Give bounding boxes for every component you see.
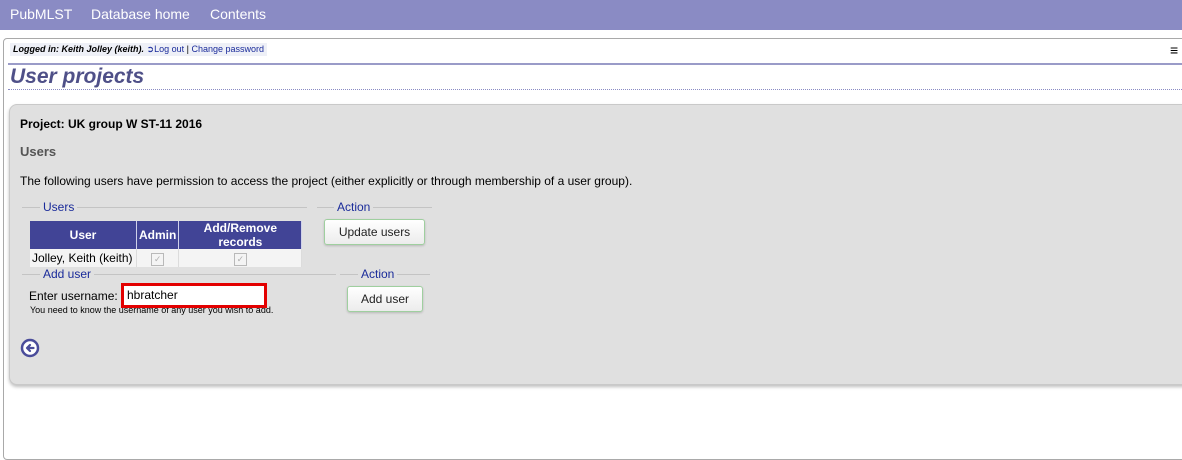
project-title: Project: UK group W ST-11 2016 [20,117,203,131]
logged-in-prefix: Logged in: [13,44,62,54]
action-fieldset-legend: Action [334,200,374,214]
modify-cell: ✓ [178,249,303,267]
column-header-add-remove-records: Add/Remove records [178,221,303,249]
table-row: Jolley, Keith (keith) ✓ ✓ [30,249,303,267]
users-description: The following users have permission to a… [20,174,633,188]
hamburger-menu-icon[interactable]: ≡ [1170,42,1178,58]
add-user-button[interactable]: Add user [347,286,423,312]
column-header-admin: Admin [136,221,180,249]
nav-pubmlst-link[interactable]: PubMLST [10,6,72,22]
users-table: User Admin Add/Remove records Jolley, Ke… [30,221,303,267]
add-remove-records-checkbox[interactable]: ✓ [233,252,247,266]
add-user-fieldset-legend: Add user [40,267,95,281]
username-input[interactable]: hbratcher [121,283,267,308]
logout-link[interactable]: ➲Log out [147,44,185,54]
column-header-user: User [30,221,137,249]
update-users-button[interactable]: Update users [324,219,425,245]
users-heading: Users [20,144,57,159]
action-fieldset-legend-2: Action [358,267,398,281]
title-dotted-divider [8,89,1182,90]
header-divider [8,63,1182,65]
logged-in-user: Keith Jolley (keith). [61,44,145,54]
back-arrow-icon[interactable] [20,338,40,358]
login-status-bar: Logged in: Keith Jolley (keith). ➲Log ou… [10,43,268,56]
admin-checkbox[interactable]: ✓ [151,252,165,266]
users-fieldset-legend: Users [40,200,78,214]
nav-contents-link[interactable]: Contents [210,6,266,22]
admin-cell: ✓ [136,249,180,267]
nav-database-home-link[interactable]: Database home [91,6,190,22]
change-password-link[interactable]: Change password [191,44,264,54]
logout-icon: ➲ [146,44,155,54]
logout-link-label: Log out [154,44,185,54]
username-label: Enter username: [29,289,118,303]
top-navigation-bar: PubMLST Database home Contents [0,0,1182,30]
page-title: User projects [10,65,145,88]
user-name-cell: Jolley, Keith (keith) [30,249,137,267]
users-table-header: User Admin Add/Remove records [30,221,303,249]
